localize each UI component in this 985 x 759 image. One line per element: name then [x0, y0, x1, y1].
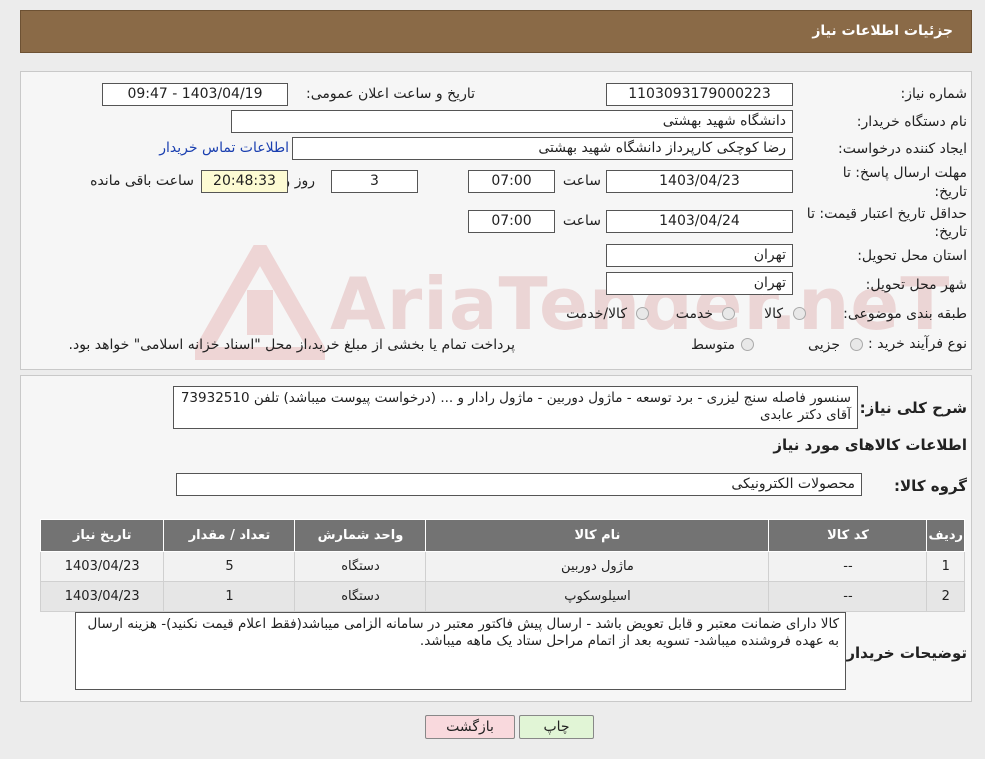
province-label: استان محل تحویل:: [857, 248, 967, 264]
col-qty: تعداد / مقدار: [163, 519, 296, 552]
remaining-time-label: ساعت باقی مانده: [90, 173, 194, 189]
city-label: شهر محل تحویل:: [865, 277, 967, 293]
process-medium-radio[interactable]: [741, 338, 754, 351]
items-section-title: اطلاعات کالاهای مورد نیاز: [773, 436, 967, 454]
items-table: ردیف کد کالا نام کالا واحد شمارش تعداد /…: [39, 519, 965, 612]
validity-label: حداقل تاریخ اعتبار قیمت: تا: [806, 206, 967, 222]
cell-date: 1403/04/23: [39, 581, 165, 612]
need-number-label: شماره نیاز:: [900, 86, 968, 102]
deadline-time-label: ساعت: [562, 173, 601, 189]
cell-date: 1403/04/23: [39, 551, 165, 582]
remaining-time-field: 20:48:33: [201, 170, 288, 193]
validity-time-field[interactable]: 07:00: [468, 210, 555, 233]
category-goods-radio[interactable]: [793, 307, 806, 320]
col-name: نام کالا: [425, 519, 770, 552]
days-field[interactable]: 3: [331, 170, 418, 193]
cell-row: 2: [926, 581, 965, 612]
cell-unit: دستگاه: [294, 551, 427, 582]
category-goods-label: کالا: [764, 306, 783, 322]
deadline-date-field[interactable]: 1403/04/23: [606, 170, 793, 193]
cell-name: اسیلوسکوپ: [425, 581, 770, 612]
cell-unit: دستگاه: [294, 581, 427, 612]
cell-code: --: [768, 581, 928, 612]
back-button[interactable]: بازگشت: [425, 715, 515, 739]
need-number-field[interactable]: 1103093179000223: [606, 83, 793, 106]
buyer-notes-textarea[interactable]: کالا دارای ضمانت معتبر و قابل تعویض باشد…: [75, 612, 846, 690]
page-header: جزئیات اطلاعات نیاز: [20, 10, 972, 53]
deadline-label-2: تاریخ:: [934, 184, 967, 200]
category-goods-service-label: کالا/خدمت: [566, 306, 627, 322]
cell-name: ماژول دوربین: [425, 551, 770, 582]
table-row[interactable]: 2 -- اسیلوسکوپ دستگاه 1 1403/04/23: [39, 581, 965, 612]
col-code: کد کالا: [768, 519, 928, 552]
page-title: جزئیات اطلاعات نیاز: [812, 23, 953, 39]
days-label: روز و: [283, 173, 316, 189]
validity-date-field[interactable]: 1403/04/24: [606, 210, 793, 233]
city-field[interactable]: تهران: [606, 272, 793, 295]
table-row[interactable]: 1 -- ماژول دوربین دستگاه 5 1403/04/23: [39, 551, 965, 582]
print-button[interactable]: چاپ: [519, 715, 594, 739]
process-note: پرداخت تمام یا بخشی از مبلغ خرید،از محل …: [68, 337, 515, 353]
cell-qty: 1: [163, 581, 296, 612]
description-label: شرح کلی نیاز:: [859, 399, 967, 417]
goods-group-label: گروه کالا:: [894, 477, 967, 495]
process-medium-label: متوسط: [691, 337, 735, 353]
process-partial-label: جزیی: [808, 337, 840, 353]
category-label: طبقه بندی موضوعی:: [843, 306, 967, 322]
category-goods-service-radio[interactable]: [636, 307, 649, 320]
col-row: ردیف: [926, 519, 965, 552]
cell-code: --: [768, 551, 928, 582]
deadline-label: مهلت ارسال پاسخ: تا: [842, 165, 967, 181]
description-textarea[interactable]: سنسور فاصله سنج لیزری - برد توسعه - ماژو…: [173, 386, 858, 429]
buyer-contact-link[interactable]: اطلاعات تماس خریدار: [159, 140, 289, 156]
process-partial-radio[interactable]: [850, 338, 863, 351]
province-field[interactable]: تهران: [606, 244, 793, 267]
items-table-header: ردیف کد کالا نام کالا واحد شمارش تعداد /…: [39, 519, 965, 552]
category-service-label: خدمت: [675, 306, 713, 322]
col-date: تاریخ نیاز: [39, 519, 165, 552]
creator-label: ایجاد کننده درخواست:: [838, 141, 967, 157]
buyer-notes-label: توضیحات خریدار:: [840, 644, 967, 662]
buyer-field[interactable]: دانشگاه شهید بهشتی: [231, 110, 793, 133]
announce-field[interactable]: 1403/04/19 - 09:47: [102, 83, 288, 106]
validity-label-2: تاریخ:: [934, 224, 967, 240]
creator-field[interactable]: رضا کوچکی کارپرداز دانشگاه شهید بهشتی: [292, 137, 793, 160]
col-unit: واحد شمارش: [294, 519, 427, 552]
category-service-radio[interactable]: [722, 307, 735, 320]
deadline-time-field[interactable]: 07:00: [468, 170, 555, 193]
goods-group-field[interactable]: محصولات الکترونیکی: [176, 473, 862, 496]
process-label: نوع فرآیند خرید :: [868, 336, 967, 352]
validity-time-label: ساعت: [562, 213, 601, 229]
cell-qty: 5: [163, 551, 296, 582]
announce-label: تاریخ و ساعت اعلان عمومی:: [306, 86, 475, 102]
buyer-label: نام دستگاه خریدار:: [856, 114, 967, 130]
cell-row: 1: [926, 551, 965, 582]
